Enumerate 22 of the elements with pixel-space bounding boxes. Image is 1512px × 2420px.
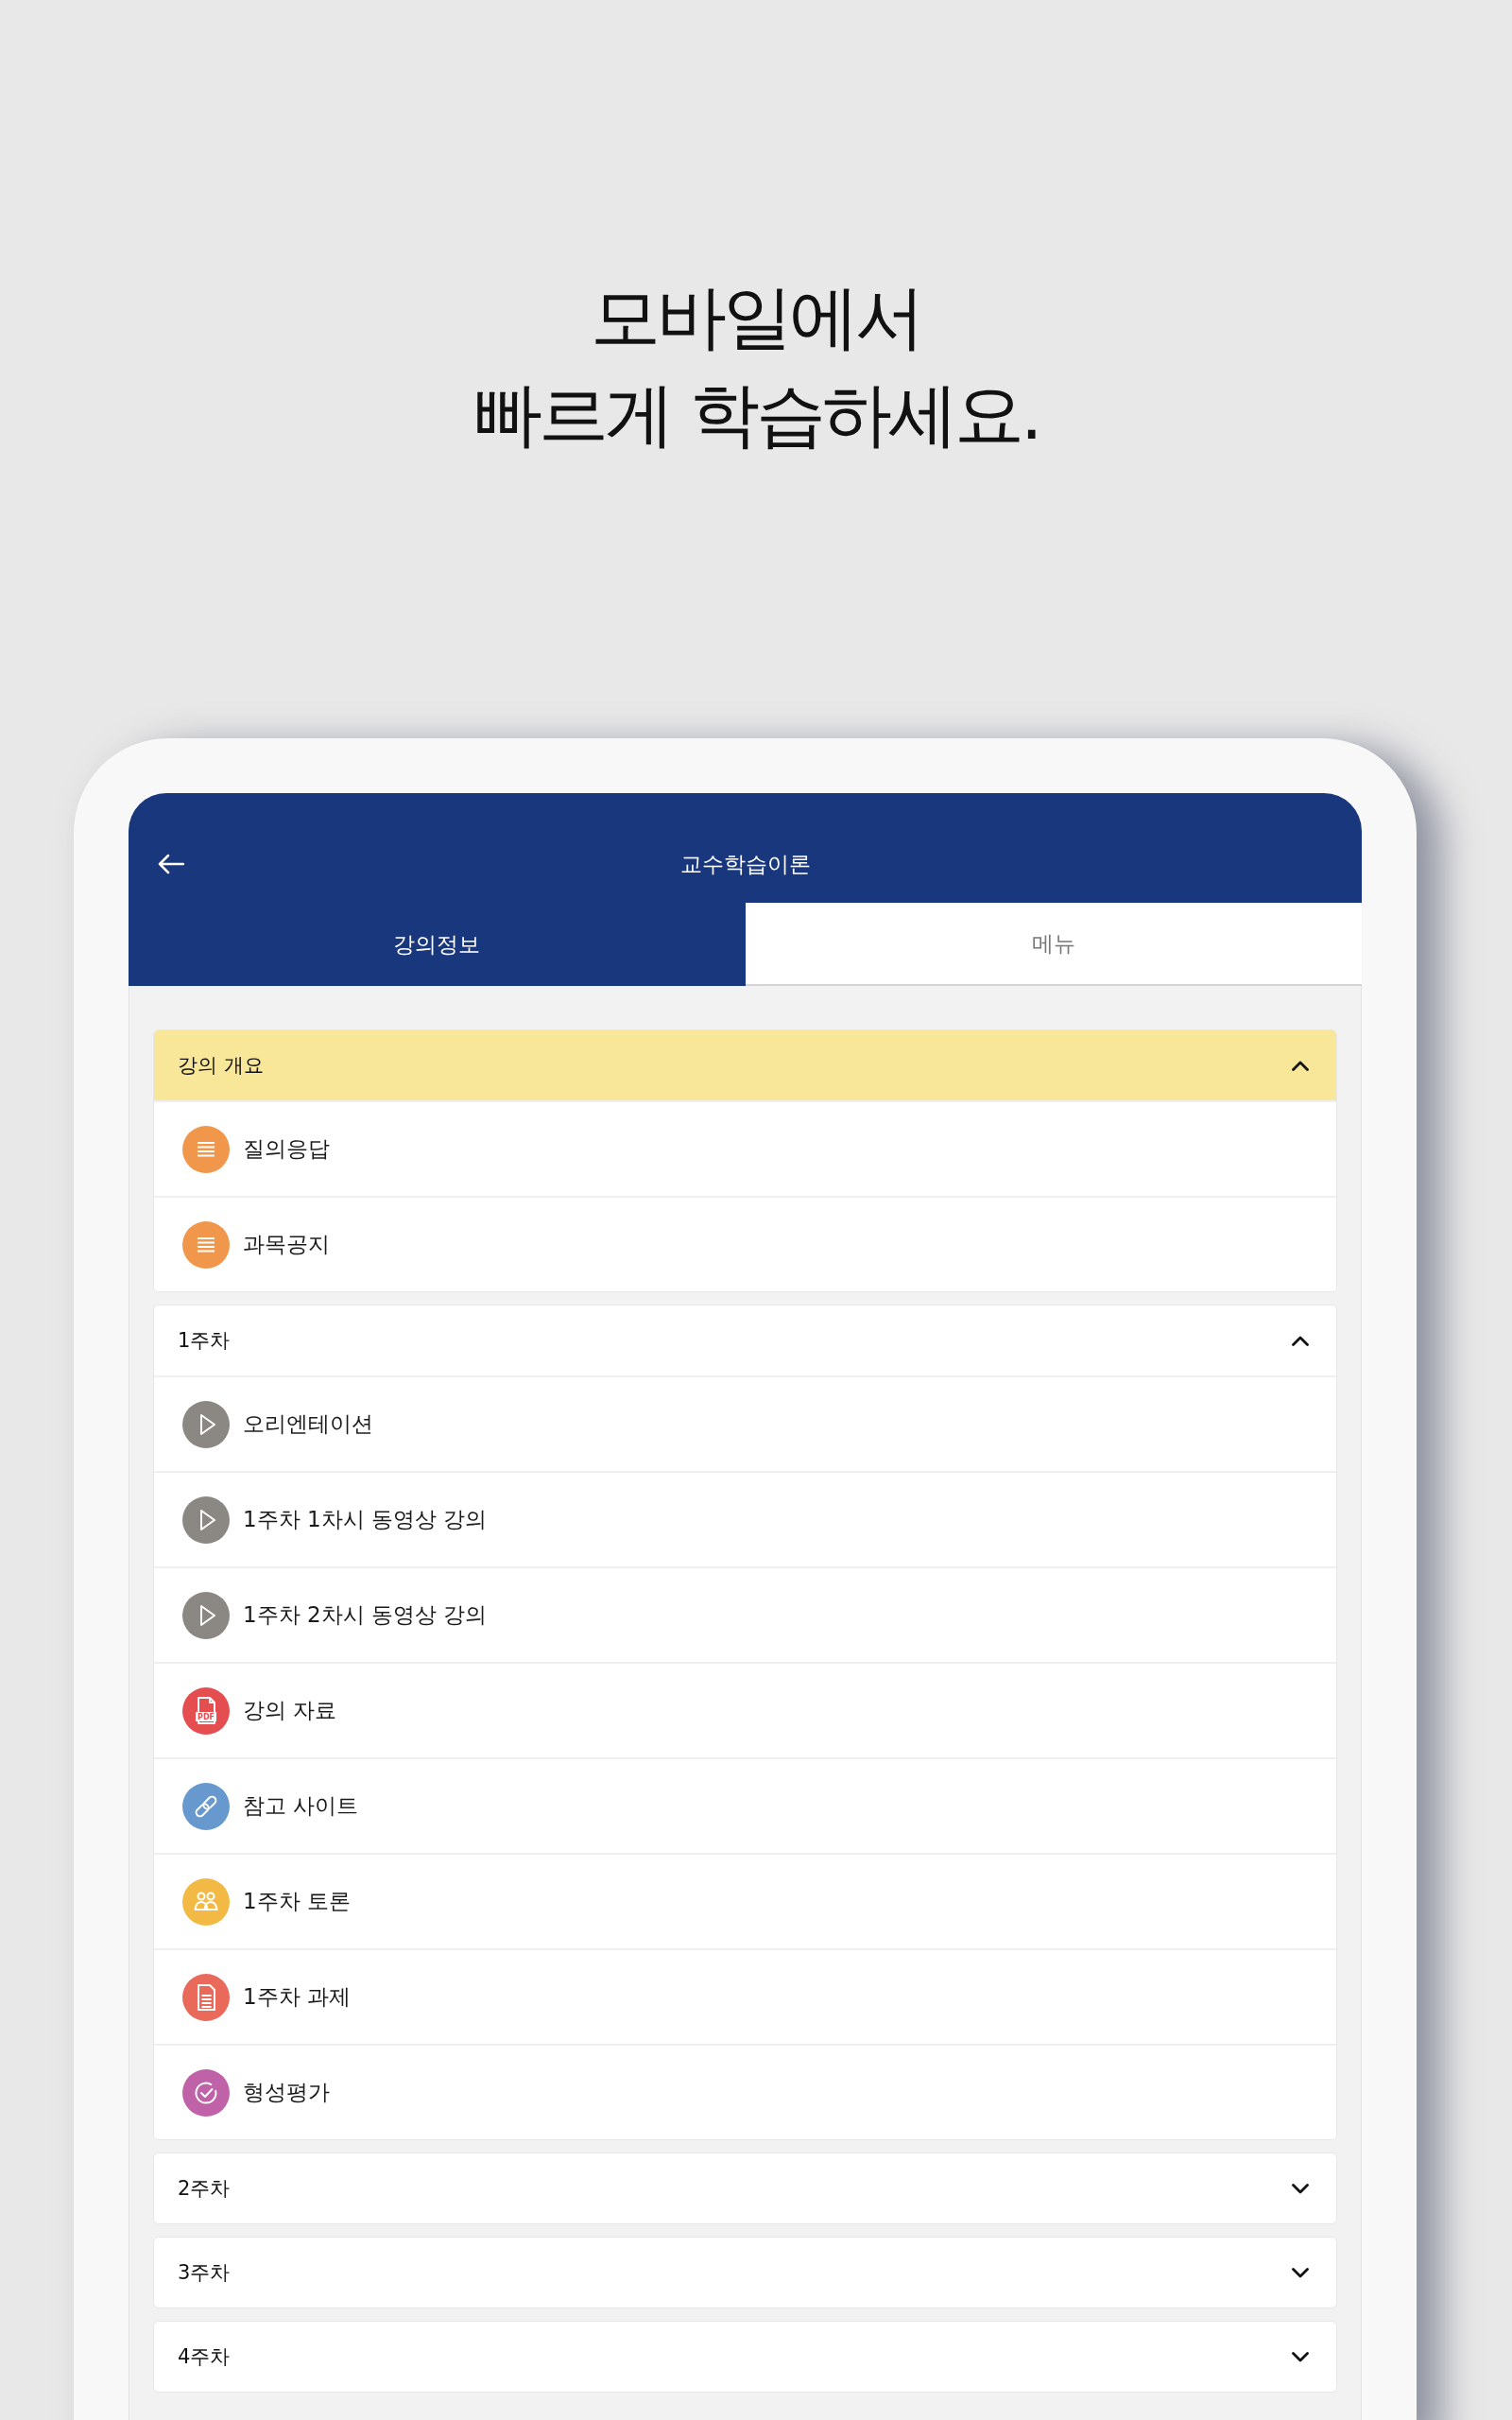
link-icon (182, 1782, 230, 1830)
section-header[interactable]: 3주차 (154, 2238, 1336, 2308)
screen-title: 교수학습이론 (679, 850, 811, 878)
list-lines-icon (182, 1125, 230, 1173)
headline: 모바일에서 빠르게 학습하세요. (472, 275, 1040, 457)
document-icon (182, 1973, 230, 2021)
section-header[interactable]: 강의 개요 (154, 1030, 1336, 1100)
list-item[interactable]: 형성평가 (154, 2044, 1336, 2139)
play-icon (182, 1495, 230, 1544)
section-header[interactable]: 4주차 (154, 2322, 1336, 2392)
section-header[interactable]: 2주차 (154, 2153, 1336, 2223)
play-icon (182, 1400, 230, 1448)
tab[interactable]: 메뉴 (745, 903, 1362, 986)
back-arrow-icon (158, 854, 184, 874)
list-item[interactable]: 과목공지 (154, 1196, 1336, 1291)
play-icon (182, 1591, 230, 1639)
people-icon (182, 1877, 230, 1926)
list-lines-icon (182, 1220, 230, 1269)
back-button[interactable] (158, 854, 184, 874)
check-circle-icon (182, 2068, 230, 2117)
pdf-file-icon: PDF (182, 1686, 230, 1735)
tab[interactable]: 강의정보 (129, 903, 746, 986)
